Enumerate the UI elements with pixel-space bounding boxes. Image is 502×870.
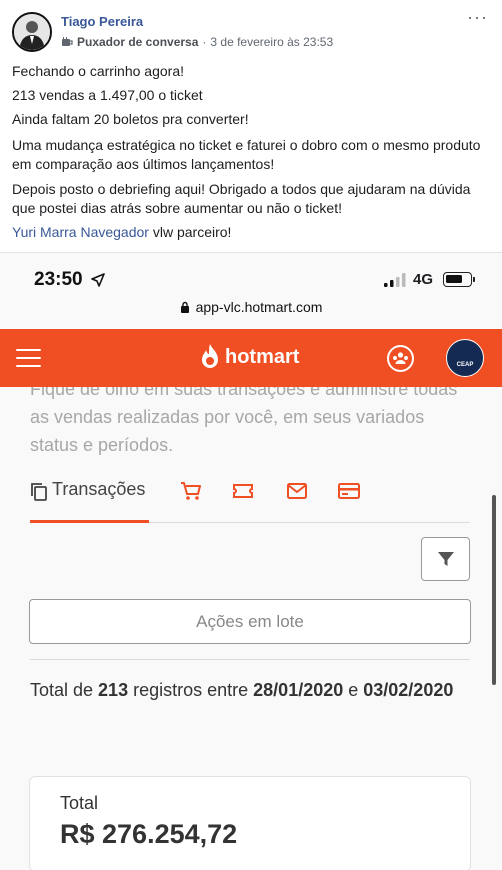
status-bar: 23:50 4G bbox=[0, 253, 502, 293]
divider bbox=[30, 659, 470, 660]
cart-icon[interactable] bbox=[180, 481, 202, 501]
total-card: Total R$ 276.254,72 bbox=[29, 776, 471, 870]
tab-label: Transações bbox=[52, 479, 146, 499]
post-line: Fechando o carrinho agora! bbox=[12, 63, 184, 79]
more-options-icon[interactable]: ··· bbox=[467, 8, 488, 26]
post-line: Uma mudança estratégica no ticket e fatu… bbox=[12, 137, 481, 172]
facebook-post: Tiago Pereira Puxador de conversa · 3 de… bbox=[0, 0, 502, 252]
start-date: 28/01/2020 bbox=[253, 680, 344, 700]
ticket-icon[interactable] bbox=[232, 481, 254, 501]
signal-bars-icon bbox=[384, 273, 406, 287]
lock-icon bbox=[180, 301, 189, 313]
phone-screenshot: 23:50 4G app-vlc.hotmart.com hotmart CEA… bbox=[0, 252, 502, 870]
meta-separator: · bbox=[202, 35, 207, 49]
hotmart-logo[interactable]: hotmart bbox=[199, 343, 299, 371]
copy-icon bbox=[31, 483, 47, 501]
tab-transacoes[interactable]: Transações bbox=[30, 479, 149, 523]
status-time: 23:50 bbox=[34, 269, 83, 290]
mail-icon[interactable] bbox=[286, 481, 308, 501]
filter-icon bbox=[437, 552, 454, 566]
mention-suffix: vlw parceiro! bbox=[148, 224, 232, 240]
transactions-page: Fique de olho em suas transações e admin… bbox=[0, 387, 502, 870]
filter-button[interactable] bbox=[421, 537, 470, 581]
author-name[interactable]: Tiago Pereira bbox=[61, 14, 143, 29]
summary-prefix: Total de bbox=[30, 680, 99, 700]
end-date: 03/02/2020 bbox=[363, 680, 454, 700]
post-meta: Puxador de conversa · 3 de fevereiro às … bbox=[61, 35, 333, 49]
records-summary: Total de 213 registros entre 28/01/2020 … bbox=[30, 676, 470, 704]
post-line: Depois posto o debriefing aqui! Obrigado… bbox=[12, 181, 471, 216]
avatar-label: CEAP bbox=[456, 362, 474, 368]
total-value: R$ 276.254,72 bbox=[60, 819, 238, 849]
post-line-mention: Yuri Marra Navegador vlw parceiro! bbox=[12, 223, 231, 242]
credit-card-icon[interactable] bbox=[337, 481, 361, 501]
brand-name: hotmart bbox=[225, 345, 300, 368]
post-line: Ainda faltam 20 boletos pra converter! bbox=[12, 111, 249, 127]
network-type: 4G bbox=[413, 271, 434, 288]
battery-icon bbox=[443, 272, 475, 287]
bulk-actions-button[interactable]: Ações em lote bbox=[29, 599, 471, 644]
post-line: 213 vendas a 1.497,00 o ticket bbox=[12, 87, 203, 103]
summary-middle: registros entre bbox=[128, 680, 254, 700]
url-bar[interactable]: app-vlc.hotmart.com bbox=[0, 299, 502, 315]
hamburger-menu-icon[interactable] bbox=[16, 349, 41, 367]
user-mention-link[interactable]: Yuri Marra Navegador bbox=[12, 224, 149, 240]
user-avatar[interactable]: CEAP bbox=[446, 339, 484, 377]
community-icon[interactable] bbox=[387, 345, 414, 372]
flame-icon bbox=[202, 344, 218, 368]
location-arrow-icon bbox=[91, 273, 105, 287]
summary-conj: e bbox=[343, 680, 364, 700]
post-timestamp[interactable]: 3 de fevereiro às 23:53 bbox=[210, 35, 333, 49]
page-description: Fique de olho em suas transações e admin… bbox=[30, 387, 458, 455]
scrollbar[interactable] bbox=[492, 495, 496, 685]
hotmart-header: hotmart CEAP bbox=[0, 329, 502, 387]
tabs-bar: Transações bbox=[30, 479, 470, 523]
member-badge[interactable]: Puxador de conversa bbox=[77, 35, 198, 49]
records-count: 213 bbox=[98, 680, 129, 700]
author-avatar[interactable] bbox=[12, 12, 52, 52]
total-label: Total bbox=[60, 793, 99, 813]
url-text[interactable]: app-vlc.hotmart.com bbox=[196, 299, 323, 315]
coffee-badge-icon bbox=[62, 37, 73, 46]
